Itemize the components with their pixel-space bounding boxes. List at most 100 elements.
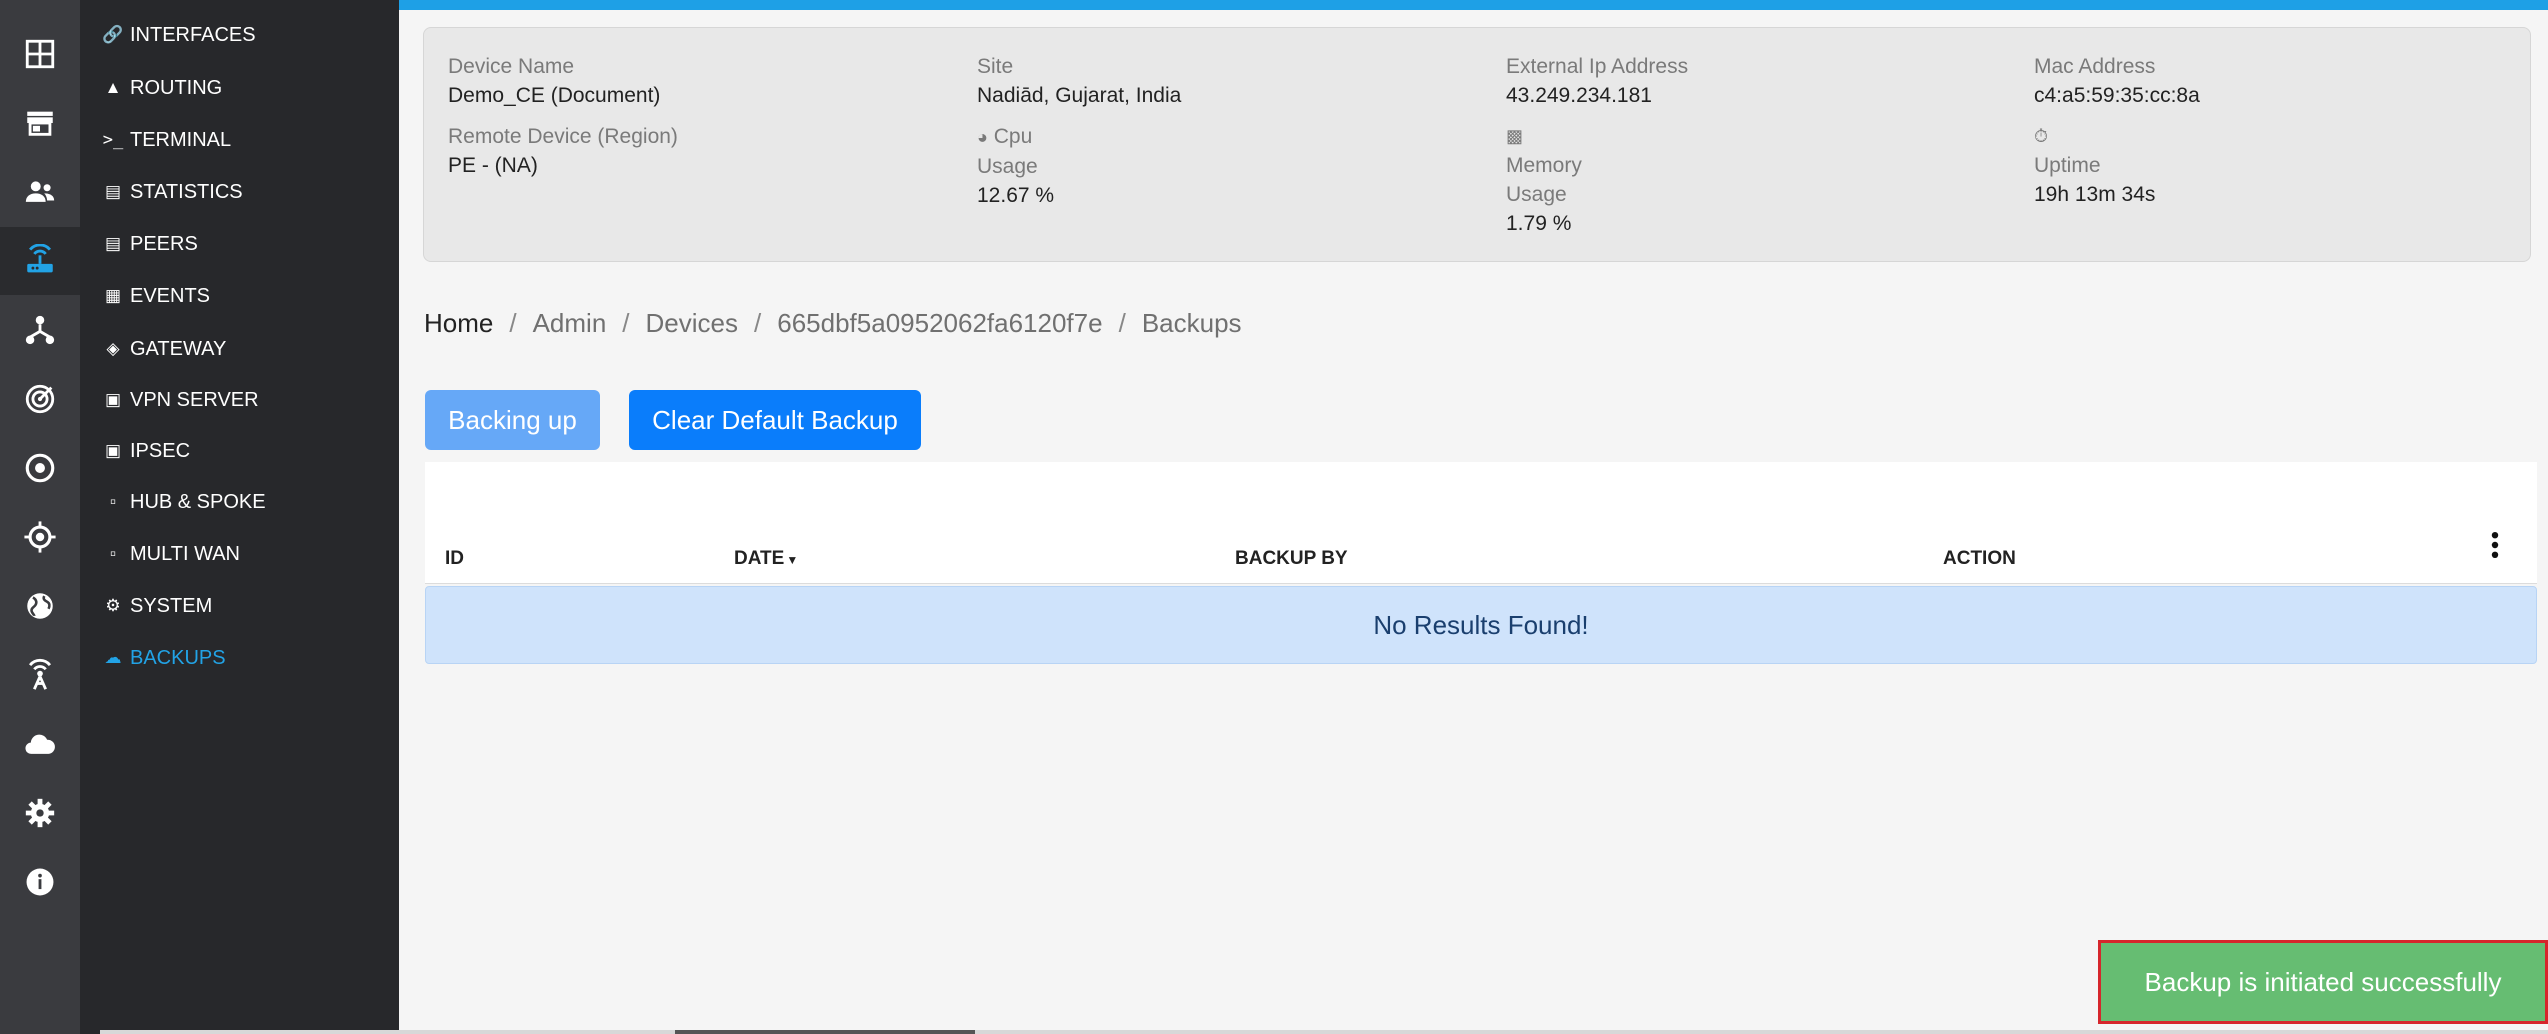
calendar-icon: ▦ <box>104 286 122 305</box>
site-value: Nadiād, Gujarat, India <box>977 84 1182 107</box>
rail-crosshair[interactable] <box>0 503 80 571</box>
breadcrumb-separator: / <box>509 308 517 338</box>
top-accent-bar <box>399 0 2548 10</box>
cpu-label: Cpu <box>993 125 1033 148</box>
link-icon: 🔗 <box>102 25 124 44</box>
submenu-label: VPN SERVER <box>130 388 259 411</box>
terminal-icon: >_ <box>102 130 124 150</box>
backups-table-header: ID DATE ▼ BACKUP BY ACTION <box>425 462 2537 584</box>
submenu-interfaces[interactable]: 🔗 INTERFACES <box>102 15 255 55</box>
clear-default-backup-button[interactable]: Clear Default Backup <box>629 390 921 450</box>
submenu-hub-spoke[interactable]: ▫ HUB & SPOKE <box>102 482 266 522</box>
gear-icon: ⚙ <box>105 596 121 615</box>
submenu-peers[interactable]: ▤ PEERS <box>102 224 198 264</box>
topology-icon <box>25 315 55 345</box>
memory-label: Memory <box>1506 154 1582 177</box>
device-name-field: Device Name Demo_CE (Document) <box>448 52 660 110</box>
device-submenu: 🔗 INTERFACES ▲ ROUTING >_ TERMINAL ▤ STA… <box>80 0 399 1034</box>
breadcrumb-current: Backups <box>1141 308 1242 338</box>
rail-cloud[interactable] <box>0 710 80 778</box>
sort-down-icon: ▼ <box>786 553 799 567</box>
submenu-label: SYSTEM <box>130 594 213 617</box>
antenna-icon <box>28 658 52 690</box>
device-name-value: Demo_CE (Document) <box>448 84 661 107</box>
breadcrumb-device-id[interactable]: 665dbf5a0952062fa6120f7e <box>777 308 1102 339</box>
window-icon: ▣ <box>104 390 122 409</box>
rail-users[interactable] <box>0 158 80 226</box>
memory-field: ▩ Memory Usage 1.79 % <box>1506 122 1582 238</box>
mac-address-value: c4:a5:59:35:cc:8a <box>2034 84 2200 107</box>
cpu-label-row: ◕ Cpu <box>977 122 1054 152</box>
remote-device-label: Remote Device (Region) <box>448 125 678 148</box>
column-header-id[interactable]: ID <box>445 548 464 570</box>
column-options-icon[interactable] <box>2488 531 2502 559</box>
breadcrumb-admin[interactable]: Admin <box>533 308 607 339</box>
cpu-value: 12.67 % <box>977 184 1055 207</box>
rail-globe[interactable] <box>0 572 80 640</box>
book-icon: ▫ <box>109 492 117 511</box>
remote-device-value: PE - (NA) <box>448 154 538 177</box>
submenu-multi-wan[interactable]: ▫ MULTI WAN <box>102 534 240 574</box>
uptime-field: ⏱ Uptime 19h 13m 34s <box>2034 122 2155 209</box>
column-header-date[interactable]: DATE ▼ <box>734 548 798 570</box>
chart-icon: ▤ <box>104 182 122 201</box>
submenu-system[interactable]: ⚙ SYSTEM <box>102 586 212 626</box>
rail-antenna[interactable] <box>0 641 80 709</box>
submenu-label: MULTI WAN <box>130 542 240 565</box>
rail-dashboard[interactable] <box>0 20 80 88</box>
submenu-label: EVENTS <box>130 284 211 307</box>
horizontal-scrollbar-thumb[interactable] <box>675 1030 975 1034</box>
submenu-vpn-server[interactable]: ▣ VPN SERVER <box>102 380 259 420</box>
cpu-field: ◕ Cpu Usage 12.67 % <box>977 122 1054 210</box>
column-header-date-label: DATE <box>734 548 785 569</box>
success-toast[interactable]: Backup is initiated successfully <box>2098 940 2548 1024</box>
window-icon: ▣ <box>104 441 122 460</box>
submenu-events[interactable]: ▦ EVENTS <box>102 276 210 316</box>
empty-results-message: No Results Found! <box>425 586 2537 664</box>
breadcrumb-devices[interactable]: Devices <box>646 308 738 339</box>
users-icon <box>25 181 55 202</box>
submenu-gateway[interactable]: ◈ GATEWAY <box>102 329 226 369</box>
globe-icon <box>27 593 53 619</box>
breadcrumb-separator: / <box>1118 308 1126 338</box>
rail-topology[interactable] <box>0 296 80 364</box>
submenu-ipsec[interactable]: ▣ IPSEC <box>102 431 190 471</box>
submenu-label: HUB & SPOKE <box>130 490 266 513</box>
submenu-label: GATEWAY <box>130 337 227 360</box>
device-name-label: Device Name <box>448 55 575 78</box>
gear-icon <box>25 798 55 828</box>
cloud-upload-icon: ☁ <box>104 648 122 667</box>
column-header-action[interactable]: ACTION <box>1943 548 2016 570</box>
submenu-statistics[interactable]: ▤ STATISTICS <box>102 172 243 212</box>
external-ip-label: External Ip Address <box>1506 55 1689 78</box>
road-icon: ▲ <box>104 78 122 97</box>
rail-settings[interactable] <box>0 779 80 847</box>
site-label: Site <box>977 55 1014 78</box>
stopwatch-icon: ⏱ <box>2034 126 2049 146</box>
memory-usage-label: Usage <box>1506 183 1567 206</box>
chip-icon: ▩ <box>1506 126 1524 146</box>
chart-icon: ▤ <box>104 234 122 253</box>
rail-info[interactable] <box>0 848 80 916</box>
rail-target[interactable] <box>0 434 80 502</box>
icon-rail <box>0 0 80 1034</box>
breadcrumb-home[interactable]: Home <box>424 308 493 339</box>
rail-router[interactable] <box>0 227 80 295</box>
backing-up-button[interactable]: Backing up <box>425 390 600 450</box>
column-header-backup-by[interactable]: BACKUP BY <box>1235 548 1348 570</box>
cpu-usage-label: Usage <box>977 155 1038 178</box>
breadcrumb-separator: / <box>622 308 630 338</box>
submenu-label: TERMINAL <box>130 128 232 151</box>
external-ip-value: 43.249.234.181 <box>1506 84 1652 107</box>
submenu-terminal[interactable]: >_ TERMINAL <box>102 120 231 160</box>
mac-address-label: Mac Address <box>2034 55 2156 78</box>
book-icon: ▫ <box>109 544 117 563</box>
rail-store[interactable] <box>0 89 80 157</box>
submenu-routing[interactable]: ▲ ROUTING <box>102 68 223 108</box>
horizontal-scrollbar-track[interactable] <box>100 1030 2548 1034</box>
rail-radar[interactable] <box>0 365 80 433</box>
store-icon <box>27 111 53 136</box>
submenu-backups[interactable]: ☁ BACKUPS <box>102 638 226 678</box>
remote-device-field: Remote Device (Region) PE - (NA) <box>448 122 678 180</box>
breadcrumb: Home / Admin / Devices / 665dbf5a0952062… <box>424 308 1242 339</box>
